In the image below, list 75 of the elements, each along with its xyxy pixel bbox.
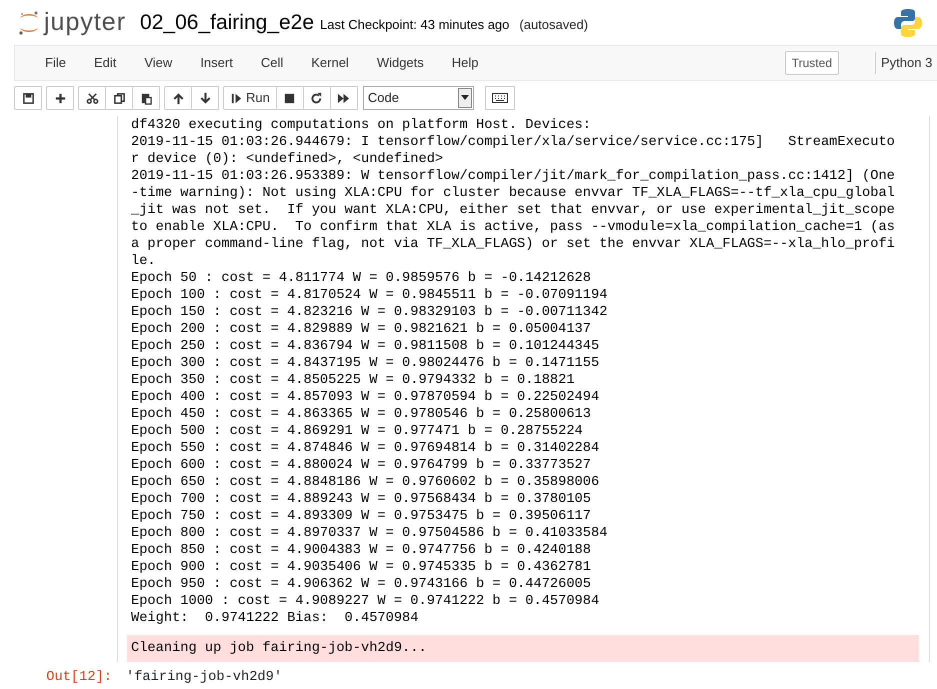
cell-type-dropdown[interactable]: Code	[362, 86, 474, 110]
python-logo-icon	[893, 8, 923, 38]
menu-item[interactable]: Insert	[186, 53, 247, 73]
toolbar-button[interactable]	[191, 86, 219, 110]
output-line: Epoch 300 : cost = 4.8437195 W = 0.98024476 b = 0.1471155	[131, 355, 600, 372]
menu-item[interactable]: Help	[438, 53, 493, 73]
menu-item[interactable]: Kernel	[297, 53, 363, 73]
toolbar-button[interactable]	[164, 86, 192, 110]
output-line: Epoch 200 : cost = 4.829889 W = 0.9821621 b = 0.05004137	[131, 321, 592, 338]
menu-item[interactable]: Edit	[80, 53, 130, 73]
menu-item[interactable]: Widgets	[362, 53, 438, 73]
output-line: Epoch 100 : cost = 4.8170524 W = 0.9845511 b = -0.07091194	[131, 287, 608, 304]
toolbar-button[interactable]: Run	[223, 86, 277, 110]
output-line: Epoch 450 : cost = 4.863365 W = 0.9780546 b = 0.25800613	[131, 406, 592, 423]
kernel-indicator[interactable]: Python 3	[875, 52, 937, 74]
output-line: df4320 executing computations on platform Host. Devices:	[131, 117, 592, 134]
output-line: Epoch 700 : cost = 4.889243 W = 0.97568434 b = 0.3780105	[131, 491, 592, 508]
logo-text: jupyter	[44, 6, 126, 38]
notebook-name[interactable]: 02_06_fairing_e2e	[140, 6, 314, 38]
toolbar-button[interactable]	[105, 86, 133, 110]
output-line: to enable XLA:CPU. To confirm that XLA is active, pass --vmodule=xla_compilation_cache=1 (as	[131, 219, 896, 236]
output-line: 2019-11-15 01:03:26.944679: I tensorflow/compiler/xla/service/service.cc:175] StreamExecuto	[131, 134, 896, 151]
toolbar-button[interactable]	[302, 86, 331, 110]
keyboard-button[interactable]	[484, 86, 515, 110]
output-line: Epoch 50 : cost = 4.811774 W = 0.9859576 b = -0.14212628	[131, 270, 592, 287]
menu-item[interactable]: View	[130, 53, 186, 73]
output-line: a proper command-line flag, not via TF_XLA_FLAGS) or set the envvar XLA_FLAGS=--xla_hlo_profi	[131, 236, 896, 253]
output-line: Epoch 550 : cost = 4.874846 W = 0.97694814 b = 0.31402284	[131, 440, 600, 457]
output-line: Epoch 950 : cost = 4.906362 W = 0.9743166 b = 0.44726005	[131, 576, 592, 593]
plus-icon	[54, 92, 66, 104]
output-line: Epoch 900 : cost = 4.9035406 W = 0.9745335 b = 0.4362781	[131, 559, 592, 576]
checkpoint-text: Last Checkpoint: 43 minutes ago	[320, 16, 510, 34]
output-line: Epoch 400 : cost = 4.857093 W = 0.97870594 b = 0.22502494	[131, 389, 600, 406]
toolbar-button[interactable]	[132, 86, 160, 110]
step-icon	[230, 92, 243, 104]
output-line: Epoch 150 : cost = 4.823216 W = 0.98329103 b = -0.00711342	[131, 304, 608, 321]
clipboard-icon	[140, 92, 152, 104]
caret-icon	[460, 95, 469, 101]
toolbar-button[interactable]	[46, 86, 74, 110]
scissors-icon	[86, 92, 98, 104]
output-line: Epoch 350 : cost = 4.8505225 W = 0.9794332 b = 0.18821	[131, 372, 576, 389]
output-line: Epoch 850 : cost = 4.9004383 W = 0.9747756 b = 0.4240188	[131, 542, 592, 559]
output-line: Epoch 1000 : cost = 4.9089227 W = 0.9741222 b = 0.4570984	[131, 593, 600, 610]
output-line: Epoch 800 : cost = 4.8970337 W = 0.97504586 b = 0.41033584	[131, 525, 608, 542]
output-line: -time warning): Not using XLA:CPU for cluster because envvar TF_XLA_FLAGS=--tf_xla_cpu_global	[131, 185, 896, 202]
output-line: Epoch 750 : cost = 4.893309 W = 0.9753475 b = 0.39506117	[131, 508, 592, 525]
save-icon	[22, 92, 34, 104]
output-value: 'fairing-job-vh2d9'	[125, 669, 282, 687]
menu-item[interactable]: File	[31, 53, 80, 73]
output-line: Epoch 650 : cost = 4.8848186 W = 0.9760602 b = 0.35898006	[131, 474, 600, 491]
menu-item[interactable]: Cell	[246, 53, 298, 73]
output-line: le.	[131, 253, 157, 270]
arrow-up-icon	[172, 92, 184, 104]
stop-icon	[283, 92, 296, 104]
output-line: _jit was not set. If you want XLA:CPU, either set that envvar, or use experimental_jit_scope	[131, 202, 896, 219]
toolbar-button[interactable]	[78, 86, 106, 110]
toolbar-button[interactable]	[276, 86, 304, 110]
restart-icon	[310, 92, 324, 104]
toolbar-button[interactable]	[14, 86, 42, 110]
keyboard-icon	[492, 93, 508, 103]
arrow-down-icon	[198, 92, 212, 104]
fast-forward-icon	[337, 92, 350, 104]
stderr-output: Cleaning up job fairing-job-vh2d9...	[127, 635, 919, 662]
copy-icon	[112, 92, 126, 104]
output-line: Epoch 500 : cost = 4.869291 W = 0.977471 b = 0.28755224	[131, 423, 584, 440]
output-line: Epoch 250 : cost = 4.836794 W = 0.9811508 b = 0.101244345	[131, 338, 600, 355]
output-line: r device (0): <undefined>, <undefined>	[131, 151, 444, 168]
output-prompt: Out[12]:	[45, 669, 113, 687]
output-line: 2019-11-15 01:03:26.953389: W tensorflow/compiler/jit/mark_for_compilation_pass.cc:1412] (One	[131, 168, 896, 185]
output-line: Epoch 600 : cost = 4.880024 W = 0.9764799 b = 0.33773527	[131, 457, 592, 474]
autosave-status: (autosaved)	[519, 16, 588, 34]
output-line: Weight: 0.9741222 Bias: 0.4570984	[131, 610, 420, 627]
trusted-button[interactable]: Trusted	[784, 51, 839, 75]
logo-icon	[18, 10, 40, 36]
toolbar-button[interactable]	[330, 86, 358, 110]
